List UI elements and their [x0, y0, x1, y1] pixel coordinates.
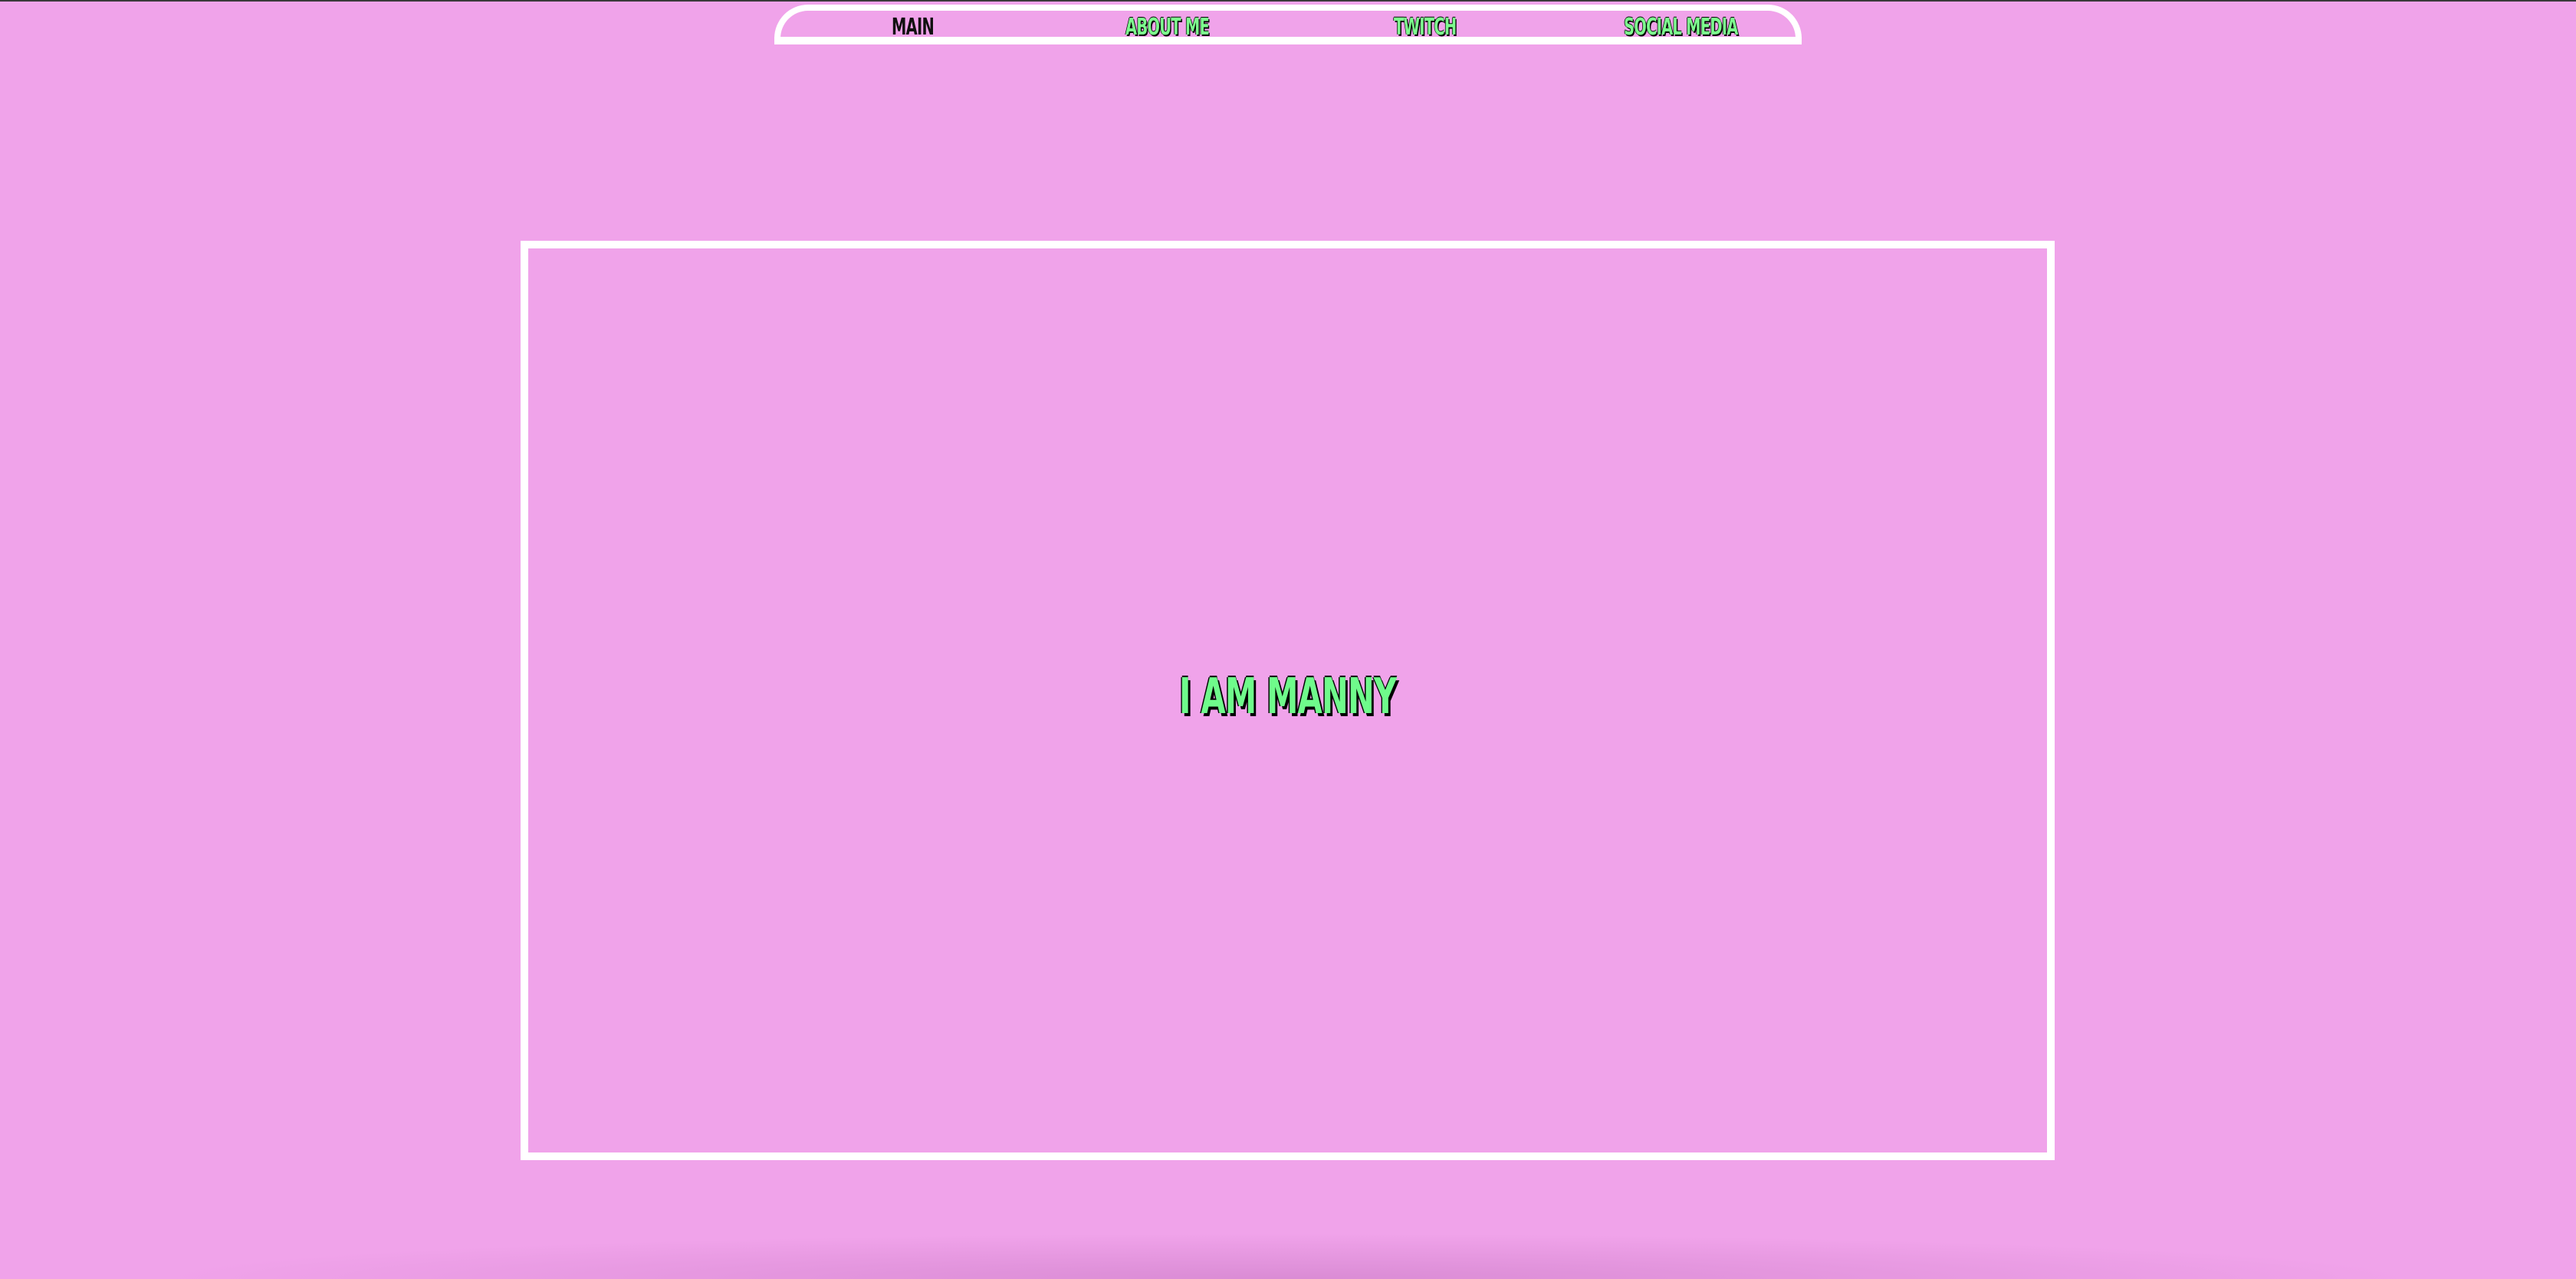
nav-item-twitch[interactable]: TWITCH [1394, 12, 1457, 43]
content-frame: I AM MANNY [521, 241, 2055, 1160]
top-navigation: MAIN ABOUT ME TWITCH SOCIAL MEDIA [774, 5, 1802, 44]
hero-title: I AM MANNY [1178, 669, 1397, 725]
hero: I AM MANNY [528, 669, 2047, 725]
nav-item-about-me[interactable]: ABOUT ME [1125, 12, 1210, 43]
nav-item-social-media[interactable]: SOCIAL MEDIA [1624, 12, 1738, 43]
nav-item-main[interactable]: MAIN [892, 12, 935, 43]
page: MAIN ABOUT ME TWITCH SOCIAL MEDIA I AM M… [0, 0, 2576, 1279]
bottom-shadow [153, 1233, 2423, 1279]
